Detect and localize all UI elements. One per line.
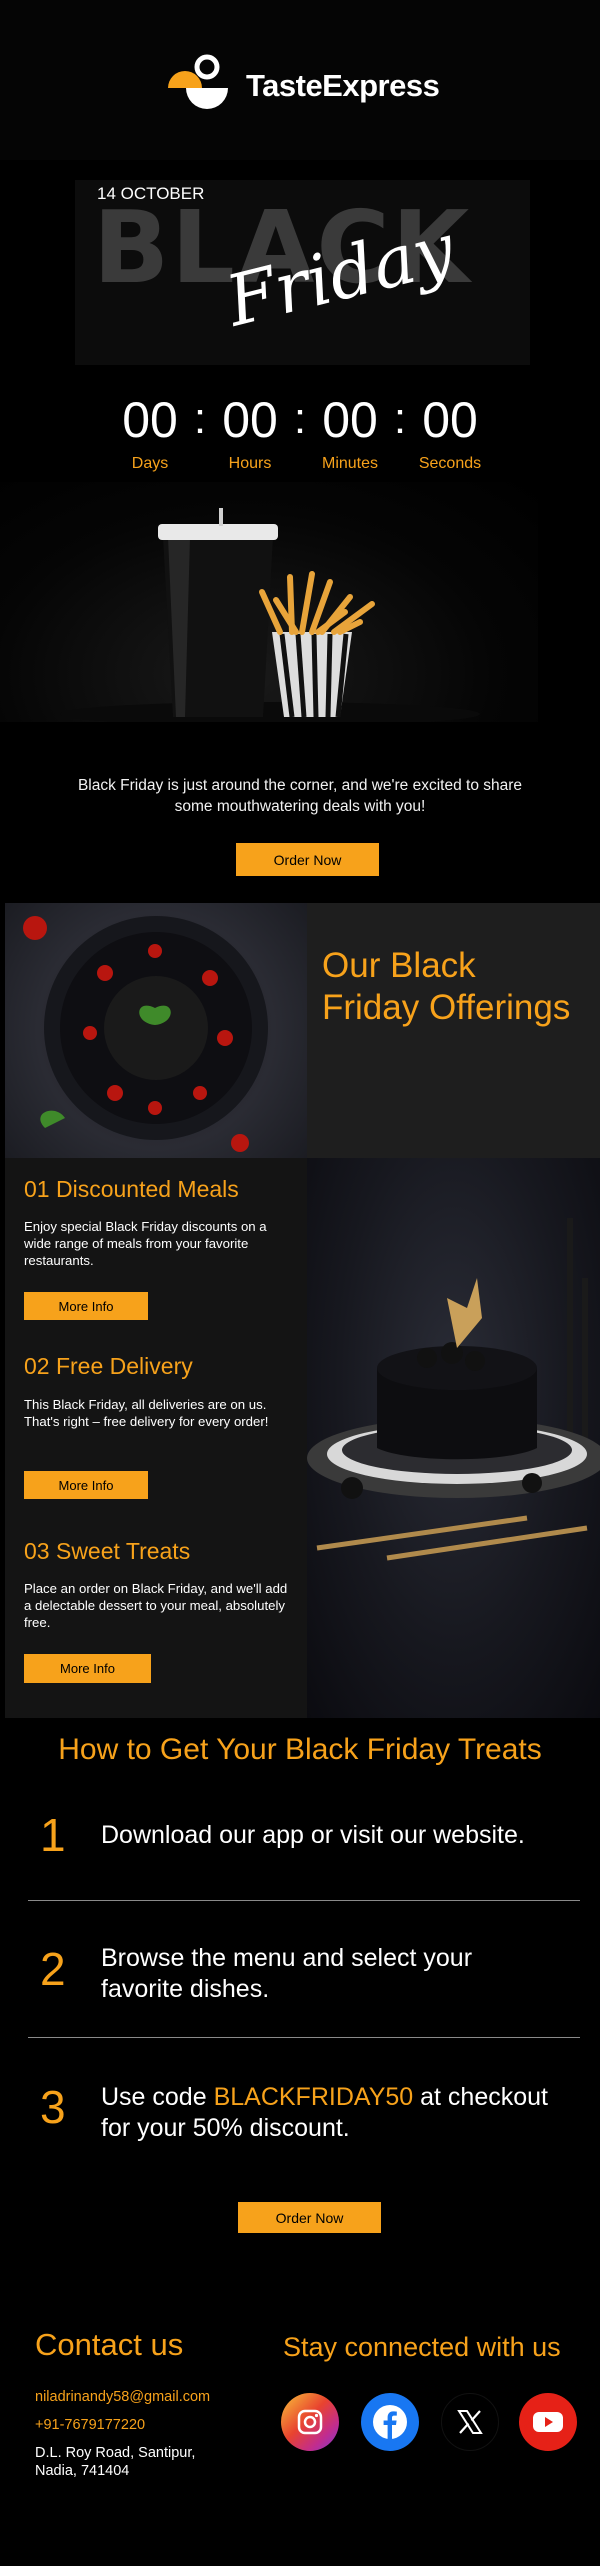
- countdown-minutes-label: Minutes: [321, 455, 379, 472]
- instagram-icon[interactable]: [281, 2393, 339, 2451]
- countdown-separator: :: [393, 394, 407, 443]
- contact-address-line1: D.L. Roy Road, Santipur,: [35, 2445, 196, 2461]
- step-text: Browse the menu and select your favorite…: [101, 1944, 473, 2003]
- x-icon[interactable]: [441, 2393, 499, 2451]
- offer-title-sweet-treats: 03 Sweet Treats: [24, 1538, 191, 1564]
- pasta-dish-illustration: [23, 916, 268, 1152]
- countdown-separator: :: [193, 394, 207, 443]
- countdown-seconds-label: Seconds: [418, 455, 482, 472]
- offer-text-sweet-treats: Place an order on Black Friday, and we'l…: [24, 1581, 288, 1630]
- dessert-cake-image: [307, 1158, 600, 1718]
- x-glyph: [457, 2410, 483, 2434]
- offer-title-discounted-meals: 01 Discounted Meals: [24, 1176, 239, 1202]
- step-text: Use code BLACKFRIDAY50 at checkout for y…: [101, 2082, 581, 2144]
- contact-address-line2: Nadia, 741404: [35, 2463, 130, 2479]
- offerings-title: Our Black Friday Offerings: [322, 946, 571, 1027]
- countdown-separator: :: [293, 394, 307, 443]
- countdown-hours: 00: [222, 392, 278, 448]
- facebook-glyph: [373, 2405, 407, 2439]
- drink-and-fries-image: [0, 482, 538, 726]
- more-info-button[interactable]: More Info: [24, 1471, 148, 1499]
- divider: [28, 2037, 580, 2038]
- step-number: 3: [40, 2081, 66, 2133]
- facebook-icon[interactable]: [361, 2393, 419, 2451]
- logo-icon: [168, 54, 228, 109]
- youtube-glyph: [533, 2412, 563, 2432]
- step-text: Download our app or visit our website.: [101, 1821, 525, 1849]
- countdown-timer: 00 : 00 : 00 : 00 Days Hours Minutes Sec…: [110, 395, 490, 475]
- contact-email-link[interactable]: niladrinandy58@gmail.com: [35, 2388, 210, 2406]
- promo-code: BLACKFRIDAY50: [213, 2083, 414, 2111]
- offerings-title-panel: Our Black Friday Offerings: [307, 903, 600, 1158]
- countdown-hours-label: Hours: [228, 455, 272, 472]
- header: TasteExpress: [0, 0, 600, 160]
- step-number: 2: [40, 1943, 66, 1995]
- divider: [28, 1900, 580, 1901]
- countdown-seconds: 00: [422, 392, 478, 448]
- youtube-icon[interactable]: [519, 2393, 577, 2451]
- offerings-list: 01 Discounted Meals Enjoy special Black …: [5, 1158, 307, 1718]
- brand-name: TasteExpress: [246, 68, 440, 103]
- step-text-prefix: Use code: [101, 2083, 214, 2111]
- how-to-title: How to Get Your Black Friday Treats: [58, 1733, 542, 1766]
- pasta-dish-image: [5, 903, 307, 1158]
- instagram-glyph: [297, 2409, 323, 2435]
- hero-banner: 14 OCTOBER BLACK Friday: [75, 180, 530, 365]
- step-number: 1: [40, 1809, 66, 1861]
- more-info-button[interactable]: More Info: [24, 1654, 151, 1683]
- order-now-button[interactable]: Order Now: [236, 843, 379, 876]
- drink-and-fries-illustration: [60, 508, 480, 726]
- offer-text-discounted-meals: Enjoy special Black Friday discounts on …: [24, 1219, 267, 1268]
- contact-title: Contact us: [35, 2327, 184, 2362]
- more-info-button[interactable]: More Info: [24, 1292, 148, 1320]
- countdown-minutes: 00: [322, 392, 378, 448]
- dessert-cake-illustration: [307, 1218, 600, 1561]
- social-title: Stay connected with us: [283, 2332, 561, 2362]
- order-now-button[interactable]: Order Now: [238, 2202, 381, 2233]
- offer-title-free-delivery: 02 Free Delivery: [24, 1353, 193, 1379]
- intro-text: Black Friday is just around the corner, …: [77, 777, 523, 815]
- countdown-days: 00: [122, 392, 178, 448]
- countdown-days-label: Days: [131, 455, 169, 472]
- contact-phone-link[interactable]: +91-7679177220: [35, 2416, 145, 2434]
- offer-text-free-delivery: This Black Friday, all deliveries are on…: [24, 1397, 269, 1429]
